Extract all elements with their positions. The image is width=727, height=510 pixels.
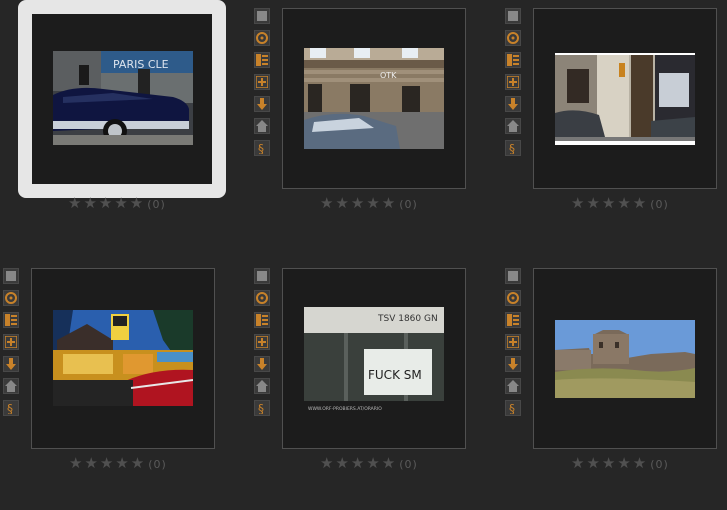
checkbox-icon[interactable] — [254, 8, 270, 24]
rating-row[interactable]: ★★★★★ (0) — [320, 194, 418, 212]
photo-graffiti-window[interactable]: TSV 1860 GN FUCK SM WWW.ORF-PROBIERS.AT/… — [304, 307, 444, 413]
toolbar: § — [505, 8, 525, 162]
home-icon[interactable] — [254, 378, 270, 394]
toolbar: § — [254, 8, 274, 162]
list-icon[interactable] — [3, 312, 19, 328]
list-icon[interactable] — [505, 312, 521, 328]
rating-stars[interactable]: ★★★★★ — [69, 454, 146, 472]
list-icon[interactable] — [254, 52, 270, 68]
svg-text:§: § — [509, 402, 515, 414]
rating-count: (0) — [650, 458, 669, 471]
rating-row[interactable]: ★★★★★ (0) — [571, 454, 669, 472]
arrow-down-icon[interactable] — [505, 96, 521, 112]
circle-target-icon[interactable] — [254, 30, 270, 46]
toolbar: § — [3, 268, 23, 422]
thumbnail-frame[interactable] — [533, 8, 717, 189]
list-icon[interactable] — [505, 52, 521, 68]
plus-icon[interactable] — [254, 334, 270, 350]
circle-target-icon[interactable] — [505, 290, 521, 306]
arrow-down-icon[interactable] — [505, 356, 521, 372]
checkbox-icon[interactable] — [254, 268, 270, 284]
section-icon[interactable]: § — [3, 400, 19, 416]
photo-building-facade[interactable]: OTK — [304, 48, 444, 149]
plus-icon[interactable] — [254, 74, 270, 90]
thumbnail-frame[interactable]: TSV 1860 GN FUCK SM WWW.ORF-PROBIERS.AT/… — [282, 268, 466, 449]
rating-row[interactable]: ★★★★★ (0) — [571, 194, 669, 212]
checkbox-icon[interactable] — [505, 8, 521, 24]
thumbnail-cell-3: § ★★★★★ (0) — [505, 0, 727, 250]
checkbox-icon[interactable] — [505, 268, 521, 284]
home-icon[interactable] — [505, 118, 521, 134]
plus-icon[interactable] — [505, 74, 521, 90]
photo-night-diner[interactable] — [53, 310, 193, 406]
thumbnail-frame[interactable] — [533, 268, 717, 449]
svg-text:§: § — [509, 142, 515, 154]
rating-count: (0) — [399, 198, 418, 211]
photo-fortress-ruins[interactable] — [555, 320, 695, 398]
rating-row[interactable]: ★★★★★ (0) — [69, 454, 167, 472]
rating-stars[interactable]: ★★★★★ — [571, 194, 648, 212]
circle-target-icon[interactable] — [505, 30, 521, 46]
home-icon[interactable] — [254, 118, 270, 134]
svg-text:§: § — [258, 142, 264, 154]
rating-stars[interactable]: ★★★★★ — [320, 454, 397, 472]
photo-footer-url: WWW.ORF-PROBIERS.AT/ORARIO — [308, 406, 382, 412]
rating-row[interactable]: ★★★★★ (0) — [320, 454, 418, 472]
circle-target-icon[interactable] — [3, 290, 19, 306]
arrow-down-icon[interactable] — [254, 96, 270, 112]
home-icon[interactable] — [505, 378, 521, 394]
rating-stars[interactable]: ★★★★★ — [68, 194, 145, 212]
arrow-down-icon[interactable] — [254, 356, 270, 372]
thumbnail-cell-6: § ★★★★★ (0) — [505, 260, 727, 510]
rating-count: (0) — [148, 458, 167, 471]
rating-stars[interactable]: ★★★★★ — [571, 454, 648, 472]
thumbnail-frame-selected[interactable]: PARIS CLE — [18, 0, 226, 198]
arrow-down-icon[interactable] — [3, 356, 19, 372]
thumbnail-cell-5: § TSV 1860 GN FUCK SM WWW.ORF-PROBIERS.A… — [254, 260, 494, 510]
thumbnail-frame[interactable]: OTK — [282, 8, 466, 189]
rating-row[interactable]: ★★★★★ (0) — [68, 194, 166, 212]
thumbnail-cell-2: § OTK ★★★★★ (0) — [254, 0, 494, 250]
svg-text:§: § — [258, 402, 264, 414]
rating-count: (0) — [650, 198, 669, 211]
thumbnail-cell-1: PARIS CLE ★★★★★ (0) — [0, 0, 240, 250]
home-icon[interactable] — [3, 378, 19, 394]
graffiti-text-poster: FUCK SM — [368, 368, 422, 382]
thumbnail-frame[interactable] — [31, 268, 215, 449]
toolbar: § — [505, 268, 525, 422]
rating-count: (0) — [399, 458, 418, 471]
checkbox-icon[interactable] — [3, 268, 19, 284]
svg-text:OTK: OTK — [380, 71, 397, 80]
section-icon[interactable]: § — [254, 400, 270, 416]
plus-icon[interactable] — [505, 334, 521, 350]
svg-text:§: § — [7, 402, 13, 414]
section-icon[interactable]: § — [254, 140, 270, 156]
list-icon[interactable] — [254, 312, 270, 328]
toolbar: § — [254, 268, 274, 422]
circle-target-icon[interactable] — [254, 290, 270, 306]
plus-icon[interactable] — [3, 334, 19, 350]
rating-stars[interactable]: ★★★★★ — [320, 194, 397, 212]
thumbnail-cell-4: § ★★★★★ (0) — [3, 260, 243, 510]
graffiti-text-top: TSV 1860 GN — [377, 314, 438, 324]
photo-shop-front[interactable] — [555, 53, 695, 145]
section-icon[interactable]: § — [505, 140, 521, 156]
rating-count: (0) — [147, 198, 166, 211]
section-icon[interactable]: § — [505, 400, 521, 416]
photo-classic-car[interactable]: PARIS CLE — [53, 51, 193, 145]
